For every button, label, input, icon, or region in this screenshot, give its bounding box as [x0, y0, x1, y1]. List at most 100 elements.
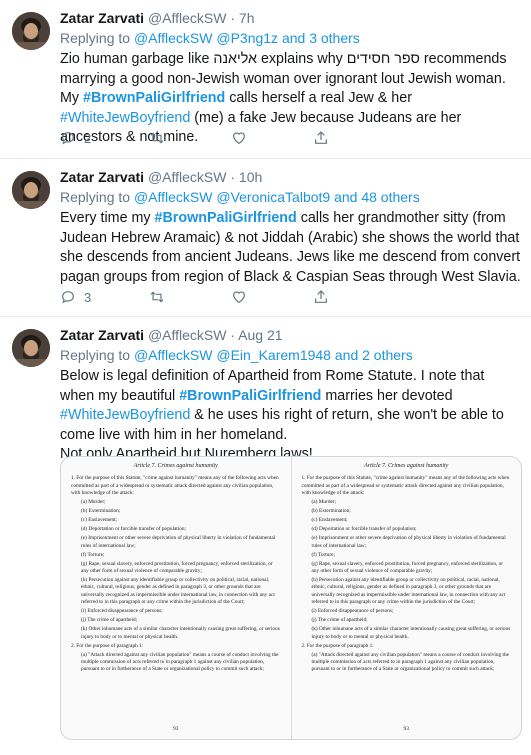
separator-dot: ·: [230, 327, 236, 343]
user-handle[interactable]: @AffleckSW: [148, 10, 227, 26]
document-paragraph: (e) Imprisonment or other severe depriva…: [81, 535, 276, 549]
share-button[interactable]: [313, 130, 337, 146]
reply-others-link[interactable]: and 3 others: [282, 30, 360, 46]
separator-dot: ·: [230, 169, 236, 185]
document-paragraph: (a) "Attack directed against any civilia…: [311, 651, 509, 673]
document-paragraph: 2. For the purpose of paragraph 1:: [301, 642, 374, 649]
document-paragraphs: 1. For the purpose of this Statute, "cri…: [71, 475, 281, 673]
document-paragraph: (f) Torture;: [311, 551, 336, 558]
replying-to-label: Replying to: [60, 347, 131, 363]
reply-mention-link[interactable]: @VeronicaTalbot9: [216, 189, 330, 205]
document-paragraph: (b) Extermination;: [311, 508, 351, 515]
replying-to: Replying to @AffleckSW @Ein_Karem1948 an…: [60, 347, 413, 363]
replying-to: Replying to @AffleckSW @VeronicaTalbot9 …: [60, 189, 420, 205]
avatar[interactable]: [12, 171, 50, 209]
tweet-text-segment: Every time my: [60, 210, 155, 226]
tweet-header: Zatar Zarvati @AffleckSW · 10h: [60, 169, 262, 185]
display-name[interactable]: Zatar Zarvati: [60, 10, 144, 26]
document-paragraph: (f) Torture;: [81, 551, 105, 558]
document-title: Article 7. Crimes against humanity: [364, 463, 449, 469]
tweet-text: Below is legal definition of Apartheid f…: [60, 367, 521, 465]
avatar-image: [12, 171, 50, 209]
timestamp[interactable]: Aug 21: [238, 327, 282, 343]
page-number: 93: [403, 725, 410, 732]
replying-to-label: Replying to: [60, 30, 131, 46]
document-paragraph: (i) Enforced disappearance of persons;: [81, 608, 163, 615]
document-paragraph: (c) Enslavement;: [311, 517, 348, 524]
tweet-text-segment: calls herself a real Jew & her: [225, 90, 412, 106]
reply-mention-link[interactable]: @P3ng1z: [216, 30, 278, 46]
tweet-text-segment: marries her devoted: [321, 387, 453, 404]
tweet-actions: 3: [60, 289, 395, 305]
heart-icon: [233, 132, 246, 145]
document-page-right: Article 7. Crimes against humanity 1. Fo…: [290, 457, 522, 739]
user-handle[interactable]: @AffleckSW: [148, 169, 227, 185]
document-paragraph: (d) Deportation or forcible transfer of …: [311, 526, 417, 533]
retweet-button[interactable]: [149, 130, 173, 146]
document-paragraph: (j) The crime of apartheid;: [311, 617, 368, 624]
document-paragraph: (e) Imprisonment or other severe depriva…: [311, 535, 506, 549]
hashtag-link[interactable]: #WhiteJewBoyfriend: [60, 407, 190, 423]
retweet-icon: [150, 291, 164, 303]
hashtag-link[interactable]: #BrownPaliGirlfriend: [155, 210, 297, 226]
share-button[interactable]: [313, 289, 337, 305]
tweet-header: Zatar Zarvati @AffleckSW · Aug 21: [60, 327, 283, 343]
avatar[interactable]: [12, 329, 50, 367]
tweet-2[interactable]: Zatar Zarvati @AffleckSW · 10h Replying …: [0, 159, 531, 317]
share-icon: [315, 290, 328, 303]
timestamp[interactable]: 10h: [239, 169, 262, 185]
reply-button[interactable]: 2: [60, 130, 91, 146]
tweet-1[interactable]: Zatar Zarvati @AffleckSW · 7h Replying t…: [0, 0, 531, 159]
document-paragraph: (k) Other inhumane acts of a similar cha…: [311, 626, 511, 640]
reply-count: 2: [84, 130, 92, 146]
document-paragraph: 2. For the purpose of paragraph 1:: [71, 642, 144, 649]
reply-mention-link[interactable]: @AffleckSW: [134, 347, 213, 363]
tweet-header: Zatar Zarvati @AffleckSW · 7h: [60, 10, 255, 26]
document-paragraph: (g) Rape, sexual slavery, enforced prost…: [311, 560, 504, 575]
reply-mention-link[interactable]: @AffleckSW: [134, 30, 213, 46]
retweet-icon: [150, 132, 164, 144]
timestamp[interactable]: 7h: [239, 10, 255, 26]
document-paragraph: (c) Enslavement;: [81, 517, 118, 524]
share-icon: [315, 131, 328, 144]
document-paragraph: (a) Murder;: [311, 499, 337, 506]
avatar-image: [12, 329, 50, 367]
document-paragraphs: 1. For the purpose of this Statute, "cri…: [302, 475, 512, 673]
replying-to-label: Replying to: [60, 189, 131, 205]
tweet-actions: 2: [60, 130, 395, 146]
attached-image[interactable]: Article 7. Crimes against humanity 1. Fo…: [60, 456, 522, 740]
avatar[interactable]: [12, 12, 50, 50]
like-button[interactable]: [231, 130, 255, 146]
document-paragraph: 1. For the purpose of this Statute, "cri…: [301, 475, 510, 497]
reply-icon: [62, 132, 74, 145]
document-paragraph: (a) Murder;: [81, 499, 106, 506]
reply-button[interactable]: 3: [60, 289, 91, 305]
reply-mention-link[interactable]: @Ein_Karem1948: [216, 347, 331, 363]
like-button[interactable]: [231, 289, 255, 305]
retweet-button[interactable]: [149, 289, 173, 305]
heart-icon: [233, 291, 246, 304]
reply-others-link[interactable]: and 48 others: [334, 189, 420, 205]
document-paragraph: (b) Extermination;: [81, 508, 121, 515]
document-paragraph: (i) Enforced disappearance of persons;: [311, 608, 394, 615]
reply-others-link[interactable]: and 2 others: [335, 347, 413, 363]
hashtag-link[interactable]: #BrownPaliGirlfriend: [83, 90, 225, 106]
reply-count: 3: [84, 289, 92, 305]
document-paragraph: 1. For the purpose of this Statute, "cri…: [71, 475, 279, 497]
document-paragraph: (j) The crime of apartheid;: [81, 617, 138, 624]
hashtag-link[interactable]: #WhiteJewBoyfriend: [60, 110, 190, 126]
document-paragraph: (h) Persecution against any identifiable…: [81, 577, 275, 606]
document-title: Article 7. Crimes against humanity: [133, 463, 218, 469]
reply-mention-link[interactable]: @AffleckSW: [134, 189, 213, 205]
user-handle[interactable]: @AffleckSW: [148, 327, 227, 343]
tweet-text: Every time my #BrownPaliGirlfriend calls…: [60, 209, 521, 287]
document-paragraph: (g) Rape, sexual slavery, enforced prost…: [81, 560, 273, 575]
avatar-image: [12, 12, 50, 50]
display-name[interactable]: Zatar Zarvati: [60, 169, 144, 185]
display-name[interactable]: Zatar Zarvati: [60, 327, 144, 343]
replying-to: Replying to @AffleckSW @P3ng1z and 3 oth…: [60, 30, 360, 46]
hashtag-link[interactable]: #BrownPaliGirlfriend: [179, 388, 321, 404]
document-paragraph: (d) Deportation or forcible transfer of …: [81, 526, 187, 533]
reply-icon: [62, 291, 74, 304]
separator-dot: ·: [230, 10, 236, 26]
